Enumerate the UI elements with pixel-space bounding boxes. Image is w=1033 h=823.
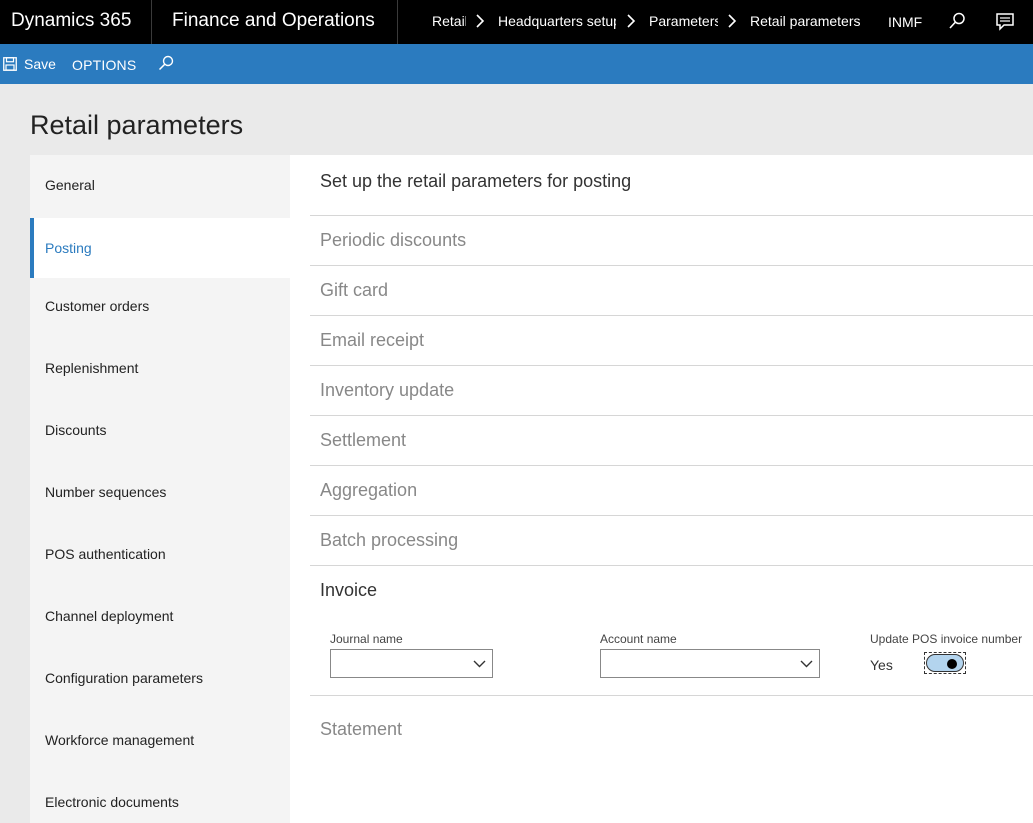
breadcrumb-retail-parameters[interactable]: Retail parameters xyxy=(750,0,870,44)
dynamics-brand[interactable]: Dynamics 365 xyxy=(0,0,152,44)
company-selector[interactable]: INMF xyxy=(888,0,922,44)
section-inventory-update[interactable]: Inventory update xyxy=(310,365,1033,415)
section-statement[interactable]: Statement xyxy=(310,705,1033,755)
section-title: Batch processing xyxy=(320,530,459,550)
options-button[interactable]: OPTIONS xyxy=(72,44,136,86)
section-gift-card[interactable]: Gift card xyxy=(310,265,1033,315)
tab-customer-orders[interactable]: Customer orders xyxy=(30,276,290,336)
toggle-track xyxy=(926,654,964,672)
search-icon[interactable] xyxy=(158,55,174,71)
section-invoice[interactable]: Invoice xyxy=(310,565,1033,615)
account-name-dropdown[interactable] xyxy=(600,649,820,678)
tab-number-sequences[interactable]: Number sequences xyxy=(30,462,290,522)
tab-general[interactable]: General xyxy=(30,155,290,215)
section-divider xyxy=(310,695,1033,696)
page-title: Retail parameters xyxy=(30,110,244,140)
section-aggregation[interactable]: Aggregation xyxy=(310,465,1033,515)
account-name-label: Account name xyxy=(600,632,677,646)
tab-channel-deployment[interactable]: Channel deployment xyxy=(30,586,290,646)
breadcrumb-retail[interactable]: Retail xyxy=(432,0,466,44)
section-title: Gift card xyxy=(320,280,389,300)
section-title: Invoice xyxy=(320,580,378,600)
toggle-knob xyxy=(947,659,957,669)
action-bar: Save OPTIONS xyxy=(0,44,1033,84)
tab-electronic-documents[interactable]: Electronic documents xyxy=(30,772,290,823)
chevron-down-icon xyxy=(473,660,486,668)
journal-name-dropdown[interactable] xyxy=(330,649,493,678)
section-periodic-discounts[interactable]: Periodic discounts xyxy=(310,215,1033,265)
posting-panel: Set up the retail parameters for posting… xyxy=(290,155,1033,823)
panel-heading: Set up the retail parameters for posting xyxy=(320,171,632,191)
tab-discounts[interactable]: Discounts xyxy=(30,400,290,460)
top-navigation-bar: Dynamics 365 Finance and Operations Reta… xyxy=(0,0,1033,44)
save-icon xyxy=(3,57,17,71)
breadcrumb-parameters[interactable]: Parameters xyxy=(649,0,718,44)
section-batch-processing[interactable]: Batch processing xyxy=(310,515,1033,565)
tab-configuration-parameters[interactable]: Configuration parameters xyxy=(30,648,290,708)
journal-name-label: Journal name xyxy=(330,632,403,646)
section-title: Periodic discounts xyxy=(320,230,467,250)
section-title: Statement xyxy=(320,719,403,739)
update-pos-invoice-label: Update POS invoice number xyxy=(870,632,1023,646)
section-email-receipt[interactable]: Email receipt xyxy=(310,315,1033,365)
chevron-right-icon xyxy=(627,14,636,28)
search-icon[interactable] xyxy=(948,12,966,30)
chevron-right-icon xyxy=(728,14,737,28)
section-title: Aggregation xyxy=(320,480,418,500)
section-title: Inventory update xyxy=(320,380,455,400)
breadcrumb-headquarters-setup[interactable]: Headquarters setup xyxy=(498,0,616,44)
tab-replenishment[interactable]: Replenishment xyxy=(30,338,290,398)
update-pos-invoice-toggle[interactable] xyxy=(924,652,966,674)
update-pos-invoice-value: Yes xyxy=(870,657,893,673)
section-title: Email receipt xyxy=(320,330,425,350)
section-title: Settlement xyxy=(320,430,407,450)
tab-posting[interactable]: Posting xyxy=(30,218,290,278)
chevron-down-icon xyxy=(800,660,813,668)
chat-icon[interactable] xyxy=(996,13,1014,31)
section-settlement[interactable]: Settlement xyxy=(310,415,1033,465)
save-label: Save xyxy=(24,56,56,72)
app-name[interactable]: Finance and Operations xyxy=(152,0,398,44)
save-button[interactable]: Save xyxy=(0,44,56,84)
sidebar-tabs: General Posting Customer orders Replenis… xyxy=(30,155,290,823)
tab-pos-authentication[interactable]: POS authentication xyxy=(30,524,290,584)
tab-workforce-management[interactable]: Workforce management xyxy=(30,710,290,770)
chevron-right-icon xyxy=(476,14,485,28)
